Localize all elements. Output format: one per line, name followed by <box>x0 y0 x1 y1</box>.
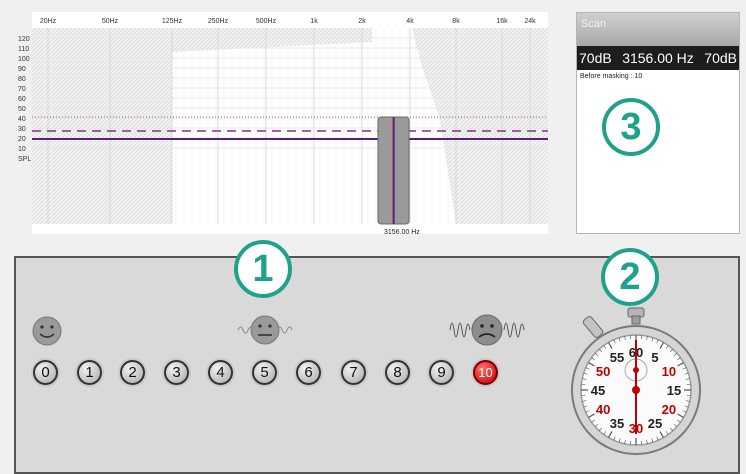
frequency-tick-label: 500Hz <box>256 18 277 25</box>
level-tick-label: 80 <box>18 76 26 83</box>
rating-button-5[interactable]: 5 <box>252 360 277 385</box>
frequency-tick-label: 250Hz <box>208 18 229 25</box>
marker-frequency-label: 3156.00 Hz <box>384 229 420 236</box>
stopwatch-number: 15 <box>667 383 681 398</box>
frequency-tick-label: 8k <box>452 18 460 25</box>
callout-badge-2: 2 <box>601 248 659 306</box>
level-tick-label: 70 <box>18 86 26 93</box>
frequency-tick-label: 2k <box>358 18 366 25</box>
scan-note: Before masking : 10 <box>580 73 643 80</box>
frequency-tick-label: 24k <box>524 18 536 25</box>
level-tick-label: 10 <box>18 146 26 153</box>
level-tick-label: 60 <box>18 96 26 103</box>
callout-badge-3: 3 <box>602 98 660 156</box>
frequency-tick-label: 1k <box>310 18 318 25</box>
audiogram-chart[interactable]: 20Hz 50Hz 125Hz 250Hz 500Hz 1k 2k 4k 8k 16k 24k 12… <box>0 0 576 250</box>
level-axis: 120 110 100 90 80 70 60 50 40 30 20 10 SPL <box>18 36 31 163</box>
scan-level-left: 70dB <box>579 50 612 66</box>
level-tick-label: 110 <box>18 46 29 53</box>
scan-title: Scan <box>577 13 739 46</box>
scan-frequency: 3156.00 Hz <box>622 50 694 66</box>
level-tick-label: 100 <box>18 56 30 63</box>
rating-button-6[interactable]: 6 <box>296 360 321 385</box>
rating-button-4[interactable]: 4 <box>208 360 233 385</box>
level-tick-label: 120 <box>18 36 30 43</box>
stopwatch-side-button <box>582 316 604 338</box>
frequency-tick-label: 16k <box>496 18 508 25</box>
stopwatch-number: 50 <box>596 364 610 379</box>
sad-face-icon <box>449 314 525 346</box>
rating-button-10[interactable]: 10 <box>473 360 498 385</box>
rating-button-9[interactable]: 9 <box>429 360 454 385</box>
rating-button-2[interactable]: 2 <box>120 360 145 385</box>
level-tick-label: 20 <box>18 136 26 143</box>
frequency-tick-label: 4k <box>406 18 414 25</box>
rating-button-3[interactable]: 3 <box>164 360 189 385</box>
scan-readout: 70dB 3156.00 Hz 70dB <box>577 46 739 70</box>
neutral-face-icon <box>237 315 293 345</box>
level-tick-label: SPL <box>18 156 31 163</box>
frequency-tick-label: 125Hz <box>162 18 183 25</box>
level-tick-label: 30 <box>18 126 26 133</box>
stopwatch-number: 45 <box>591 383 605 398</box>
callout-badge-1: 1 <box>234 240 292 298</box>
stopwatch-number: 55 <box>610 350 624 365</box>
stopwatch-number: 40 <box>596 402 610 417</box>
stopwatch-number: 35 <box>610 416 624 431</box>
hatched-region-left <box>32 28 172 224</box>
stopwatch-icon[interactable]: 60510152025303540455055 <box>566 306 706 456</box>
rating-button-8[interactable]: 8 <box>385 360 410 385</box>
frequency-tick-label: 20Hz <box>40 18 57 25</box>
happy-face-icon <box>32 316 62 346</box>
level-tick-label: 90 <box>18 66 26 73</box>
level-tick-label: 40 <box>18 116 26 123</box>
level-tick-label: 50 <box>18 106 26 113</box>
scan-level-right: 70dB <box>704 50 737 66</box>
rating-button-0[interactable]: 0 <box>33 360 58 385</box>
stopwatch-number: 25 <box>648 416 662 431</box>
rating-button-7[interactable]: 7 <box>341 360 366 385</box>
rating-button-1[interactable]: 1 <box>77 360 102 385</box>
frequency-tick-label: 50Hz <box>102 18 119 25</box>
stopwatch-number: 20 <box>662 402 676 417</box>
stopwatch-number: 5 <box>651 350 658 365</box>
stopwatch-number: 10 <box>662 364 676 379</box>
